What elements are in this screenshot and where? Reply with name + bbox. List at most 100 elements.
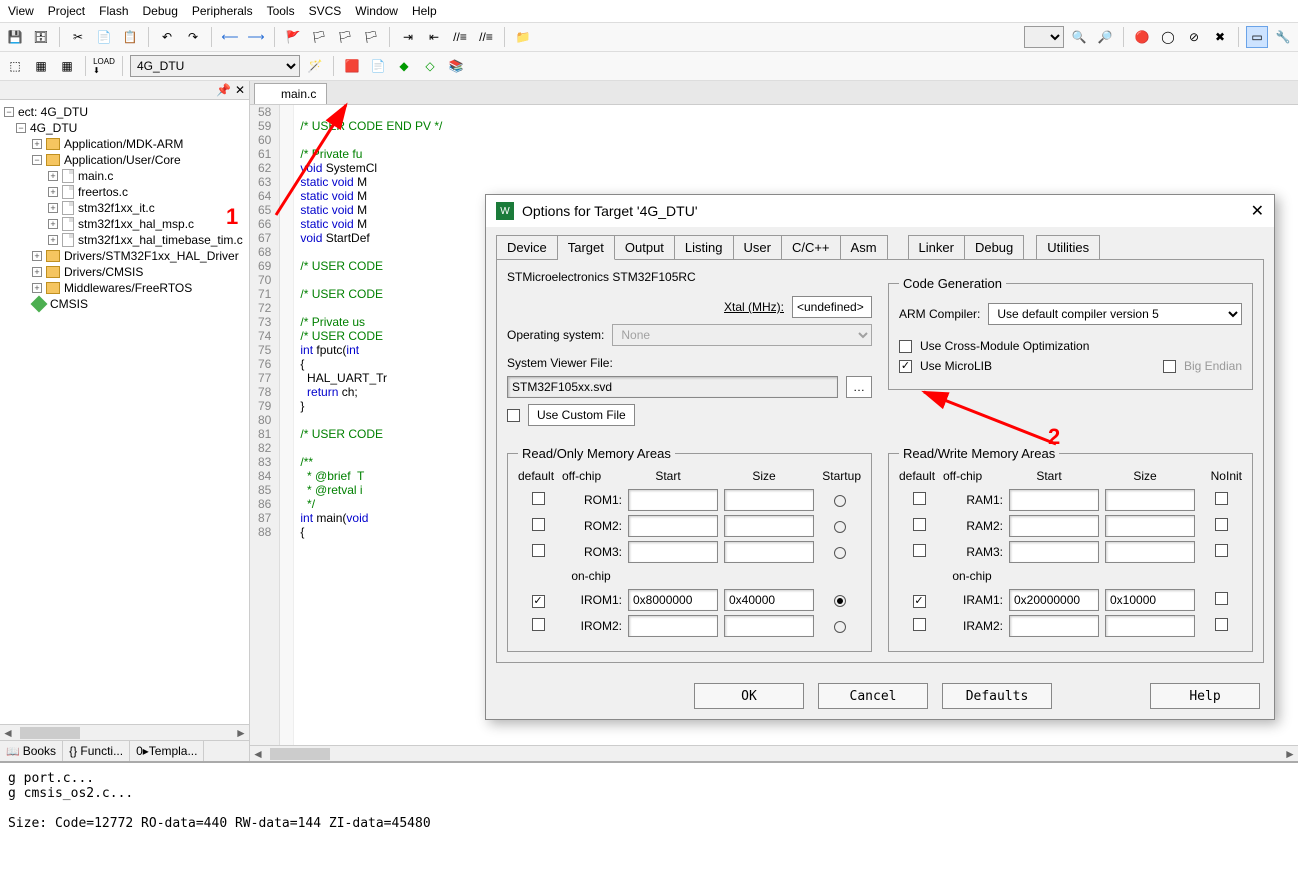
redo-icon[interactable]: ↷ xyxy=(182,26,204,48)
tab-debugtab[interactable]: Debug xyxy=(965,235,1024,259)
editor-tab-main[interactable]: main.c xyxy=(254,83,327,104)
file-it[interactable]: stm32f1xx_it.c xyxy=(78,201,155,215)
bookmark-clear-icon[interactable]: 🏳 xyxy=(360,26,382,48)
mem-start-input[interactable] xyxy=(628,489,718,511)
mem-start-input[interactable] xyxy=(628,615,718,637)
menu-svcs[interactable]: SVCS xyxy=(309,4,342,18)
group-haldriver[interactable]: Drivers/STM32F1xx_HAL_Driver xyxy=(64,249,239,263)
mem-start-input[interactable] xyxy=(628,515,718,537)
debug-icon[interactable]: 🔴 xyxy=(1131,26,1153,48)
search-icon[interactable]: 🔍 xyxy=(1068,26,1090,48)
cross-opt-checkbox[interactable] xyxy=(899,340,912,353)
tab-listing[interactable]: Listing xyxy=(675,235,734,259)
tab-books[interactable]: 📖Books xyxy=(0,741,63,761)
help-button[interactable]: Help xyxy=(1150,683,1260,709)
cut-icon[interactable]: ✂ xyxy=(67,26,89,48)
translate-icon[interactable]: ⬚ xyxy=(4,55,26,77)
mem-start-input[interactable] xyxy=(1009,615,1099,637)
find-icon[interactable]: 📁 xyxy=(512,26,534,48)
tab-functions[interactable]: {} Functi... xyxy=(63,741,130,761)
tab-asm[interactable]: Asm xyxy=(841,235,888,259)
mem-start-input[interactable] xyxy=(1009,489,1099,511)
tab-user[interactable]: User xyxy=(734,235,782,259)
breakpoint-toggle-icon[interactable]: ◯ xyxy=(1157,26,1179,48)
paste-icon[interactable]: 📋 xyxy=(119,26,141,48)
menu-view[interactable]: View xyxy=(8,4,34,18)
tab-target[interactable]: Target xyxy=(558,235,615,260)
build-output[interactable]: g port.c... g cmsis_os2.c... Size: Code=… xyxy=(0,761,1298,851)
mem-start-input[interactable] xyxy=(1009,515,1099,537)
books-icon[interactable]: 📚 xyxy=(445,55,467,77)
menu-flash[interactable]: Flash xyxy=(99,4,128,18)
cancel-button[interactable]: Cancel xyxy=(818,683,928,709)
breakpoint-enable-icon[interactable]: ⊘ xyxy=(1183,26,1205,48)
nav-back-icon[interactable]: ⟵ xyxy=(219,26,241,48)
project-root[interactable]: ect: 4G_DTU xyxy=(18,105,88,119)
mem-start-input[interactable] xyxy=(628,589,718,611)
manage-icon[interactable]: 🟥 xyxy=(341,55,363,77)
file-freertos[interactable]: freertos.c xyxy=(78,185,128,199)
editor-hscroll[interactable]: ◄► xyxy=(250,745,1298,761)
mem-size-input[interactable] xyxy=(1105,489,1195,511)
close-panel-icon[interactable]: ✕ xyxy=(235,83,245,97)
mem-noinit-checkbox[interactable] xyxy=(1215,518,1228,531)
mem-default-checkbox[interactable] xyxy=(913,595,926,608)
custom-file-checkbox[interactable] xyxy=(507,409,520,422)
ok-button[interactable]: OK xyxy=(694,683,804,709)
mem-size-input[interactable] xyxy=(724,615,814,637)
save-all-icon[interactable]: 🗄 xyxy=(30,26,52,48)
defaults-button[interactable]: Defaults xyxy=(942,683,1052,709)
nav-fwd-icon[interactable]: ⟶ xyxy=(245,26,267,48)
microlib-checkbox[interactable] xyxy=(899,360,912,373)
pack-icon[interactable]: ◆ xyxy=(393,55,415,77)
menu-help[interactable]: Help xyxy=(412,4,437,18)
config-icon[interactable]: 🔧 xyxy=(1272,26,1294,48)
pin-icon[interactable]: 📌 xyxy=(216,83,231,97)
mem-default-checkbox[interactable] xyxy=(913,518,926,531)
mem-default-checkbox[interactable] xyxy=(532,618,545,631)
mem-start-input[interactable] xyxy=(1009,589,1099,611)
undo-icon[interactable]: ↶ xyxy=(156,26,178,48)
mem-startup-radio[interactable] xyxy=(834,621,846,633)
file-ext-icon[interactable]: 📄 xyxy=(367,55,389,77)
file-main[interactable]: main.c xyxy=(78,169,113,183)
mem-size-input[interactable] xyxy=(1105,589,1195,611)
group-usercore[interactable]: Application/User/Core xyxy=(64,153,181,167)
mem-noinit-checkbox[interactable] xyxy=(1215,618,1228,631)
load-icon[interactable]: LOAD⬇ xyxy=(93,55,115,77)
group-freertos[interactable]: Middlewares/FreeRTOS xyxy=(64,281,192,295)
mem-noinit-checkbox[interactable] xyxy=(1215,492,1228,505)
file-halmsp[interactable]: stm32f1xx_hal_msp.c xyxy=(78,217,194,231)
mem-startup-radio[interactable] xyxy=(834,521,846,533)
rte-icon[interactable]: ◇ xyxy=(419,55,441,77)
options-target-icon[interactable]: 🪄 xyxy=(304,55,326,77)
mem-size-input[interactable] xyxy=(724,489,814,511)
window-icon[interactable]: ▭ xyxy=(1246,26,1268,48)
mem-noinit-checkbox[interactable] xyxy=(1215,592,1228,605)
tab-output[interactable]: Output xyxy=(615,235,675,259)
search2-icon[interactable]: 🔎 xyxy=(1094,26,1116,48)
mem-default-checkbox[interactable] xyxy=(532,544,545,557)
close-icon[interactable]: ✕ xyxy=(1251,201,1264,221)
target-node[interactable]: 4G_DTU xyxy=(30,121,77,135)
rebuild-icon[interactable]: ▦ xyxy=(56,55,78,77)
file-timebase[interactable]: stm32f1xx_hal_timebase_tim.c xyxy=(78,233,243,247)
mem-default-checkbox[interactable] xyxy=(532,518,545,531)
mem-startup-radio[interactable] xyxy=(834,595,846,607)
mem-size-input[interactable] xyxy=(724,515,814,537)
bookmark-icon[interactable]: 🚩 xyxy=(282,26,304,48)
build-icon[interactable]: ▦ xyxy=(30,55,52,77)
mem-startup-radio[interactable] xyxy=(834,495,846,507)
save-icon[interactable]: 💾 xyxy=(4,26,26,48)
group-cmsis-pack[interactable]: CMSIS xyxy=(50,297,88,311)
breakpoint-kill-icon[interactable]: ✖ xyxy=(1209,26,1231,48)
bookmark-prev-icon[interactable]: 🏳 xyxy=(308,26,330,48)
mem-default-checkbox[interactable] xyxy=(913,492,926,505)
group-mdkarm[interactable]: Application/MDK-ARM xyxy=(64,137,183,151)
sidebar-hscroll[interactable]: ◄► xyxy=(0,724,249,740)
project-tree[interactable]: −ect: 4G_DTU −4G_DTU +Application/MDK-AR… xyxy=(0,100,249,724)
tab-ccpp[interactable]: C/C++ xyxy=(782,235,841,259)
tab-utilities[interactable]: Utilities xyxy=(1036,235,1100,259)
mem-startup-radio[interactable] xyxy=(834,547,846,559)
mem-size-input[interactable] xyxy=(724,589,814,611)
